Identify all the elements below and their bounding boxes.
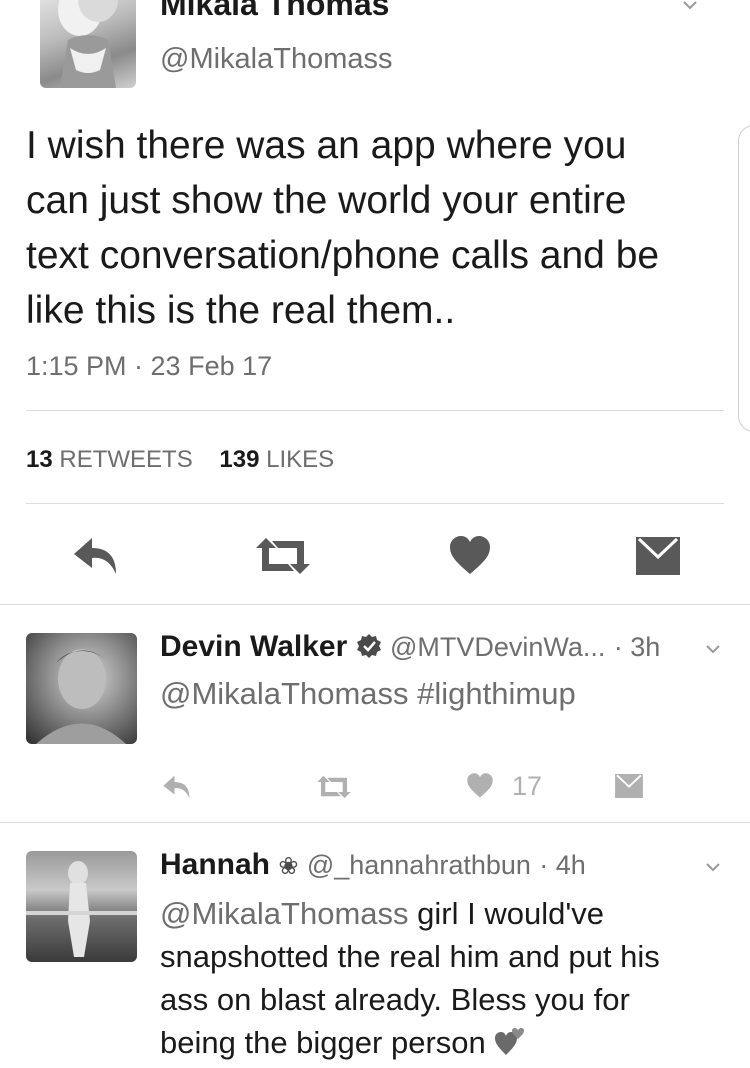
message-icon bbox=[615, 774, 643, 798]
reply-icon bbox=[163, 775, 190, 799]
scroll-edge bbox=[738, 125, 750, 432]
reply-avatar[interactable] bbox=[26, 851, 137, 962]
retweet-icon bbox=[256, 538, 310, 574]
reply-text-line: @MikalaThomass girl I would've bbox=[160, 896, 604, 931]
main-timestamp: 1:15 PM · 23 Feb 17 bbox=[26, 351, 273, 381]
message-button[interactable] bbox=[636, 537, 680, 575]
retweet-button[interactable] bbox=[254, 534, 312, 578]
reply-icon bbox=[74, 538, 116, 574]
reply-caret-icon[interactable] bbox=[706, 644, 720, 658]
stats-divider-bottom bbox=[26, 503, 724, 504]
reply-text: @MikalaThomass girl I would've snapshott… bbox=[160, 892, 660, 1064]
reply-mention[interactable]: @MikalaThomass bbox=[160, 676, 409, 711]
main-author-handle[interactable]: @MikalaThomass bbox=[160, 42, 393, 76]
reply-text-line: ass on blast already. Bless you for bbox=[160, 982, 630, 1017]
reply-reply-button[interactable] bbox=[162, 773, 192, 801]
retweet-icon bbox=[317, 775, 351, 799]
retweets-label: RETWEETS bbox=[59, 446, 193, 473]
likes-label: LIKES bbox=[266, 446, 335, 473]
main-tweet-text: I wish there was an app where you can ju… bbox=[26, 118, 659, 338]
reply-text: @MikalaThomass #lighthimup bbox=[160, 674, 576, 714]
retweets-count: 13 bbox=[26, 446, 53, 473]
hearts-emoji-icon bbox=[494, 1025, 525, 1055]
reply-time: · 4h bbox=[539, 850, 586, 880]
reply-like-count: 17 bbox=[512, 771, 543, 801]
avatar-photo bbox=[26, 861, 137, 957]
reply-time: · 3h bbox=[613, 632, 661, 662]
heart-icon bbox=[467, 773, 493, 798]
reply-author-handle[interactable]: @_hannahrathbun bbox=[307, 850, 531, 880]
tweet-text-line: like this is the real them.. bbox=[26, 289, 456, 332]
avatar-photo bbox=[36, 649, 126, 744]
reply-divider bbox=[0, 822, 750, 823]
flower-icon: ❀ bbox=[278, 853, 299, 880]
main-author-name[interactable]: Mikala Thomas bbox=[160, 0, 389, 22]
main-caret-icon[interactable] bbox=[683, 0, 697, 14]
reply-text-line: snapshotted the real him and put his bbox=[160, 939, 660, 974]
reply-header: Devin Walker @MTVDevinWa... · 3h bbox=[160, 628, 660, 666]
reply-text-line: being the bigger person bbox=[160, 1021, 660, 1064]
reply-author-name[interactable]: Hannah bbox=[160, 848, 270, 881]
reply-header: Hannah ❀ @_hannahrathbun · 4h bbox=[160, 846, 586, 886]
tweet-text-line: I wish there was an app where you bbox=[26, 124, 627, 167]
reply-hashtag[interactable]: #lighthimup bbox=[409, 676, 576, 711]
reply-mention[interactable]: @MikalaThomass bbox=[160, 896, 409, 931]
main-avatar[interactable] bbox=[40, 0, 136, 88]
tweet-text-line: can just show the world your entire bbox=[26, 179, 627, 222]
verified-icon bbox=[356, 631, 382, 658]
reply-button[interactable] bbox=[72, 534, 120, 578]
reply-avatar[interactable] bbox=[26, 633, 137, 744]
reply-author-name[interactable]: Devin Walker bbox=[160, 630, 347, 663]
tweet-text-line: text conversation/phone calls and be bbox=[26, 234, 660, 277]
avatar-photo bbox=[58, 0, 118, 88]
reply-message-button[interactable] bbox=[614, 774, 644, 798]
message-icon bbox=[636, 537, 680, 575]
stats-divider-top bbox=[26, 410, 724, 411]
main-tweet-divider bbox=[0, 604, 750, 605]
like-button[interactable] bbox=[448, 534, 492, 578]
reply-author-handle[interactable]: @MTVDevinWa... bbox=[390, 632, 605, 662]
likes-count: 139 bbox=[219, 446, 260, 473]
reply-caret-icon[interactable] bbox=[706, 862, 720, 876]
retweets-stat[interactable]: 13 RETWEETS bbox=[26, 446, 199, 473]
reply-like-button[interactable]: 17 bbox=[466, 771, 546, 801]
stats-row: 13 RETWEETS 139 LIKES bbox=[26, 445, 334, 475]
reply-retweet-button[interactable] bbox=[316, 773, 352, 801]
heart-icon bbox=[450, 536, 490, 574]
likes-stat[interactable]: 139 LIKES bbox=[219, 446, 334, 473]
